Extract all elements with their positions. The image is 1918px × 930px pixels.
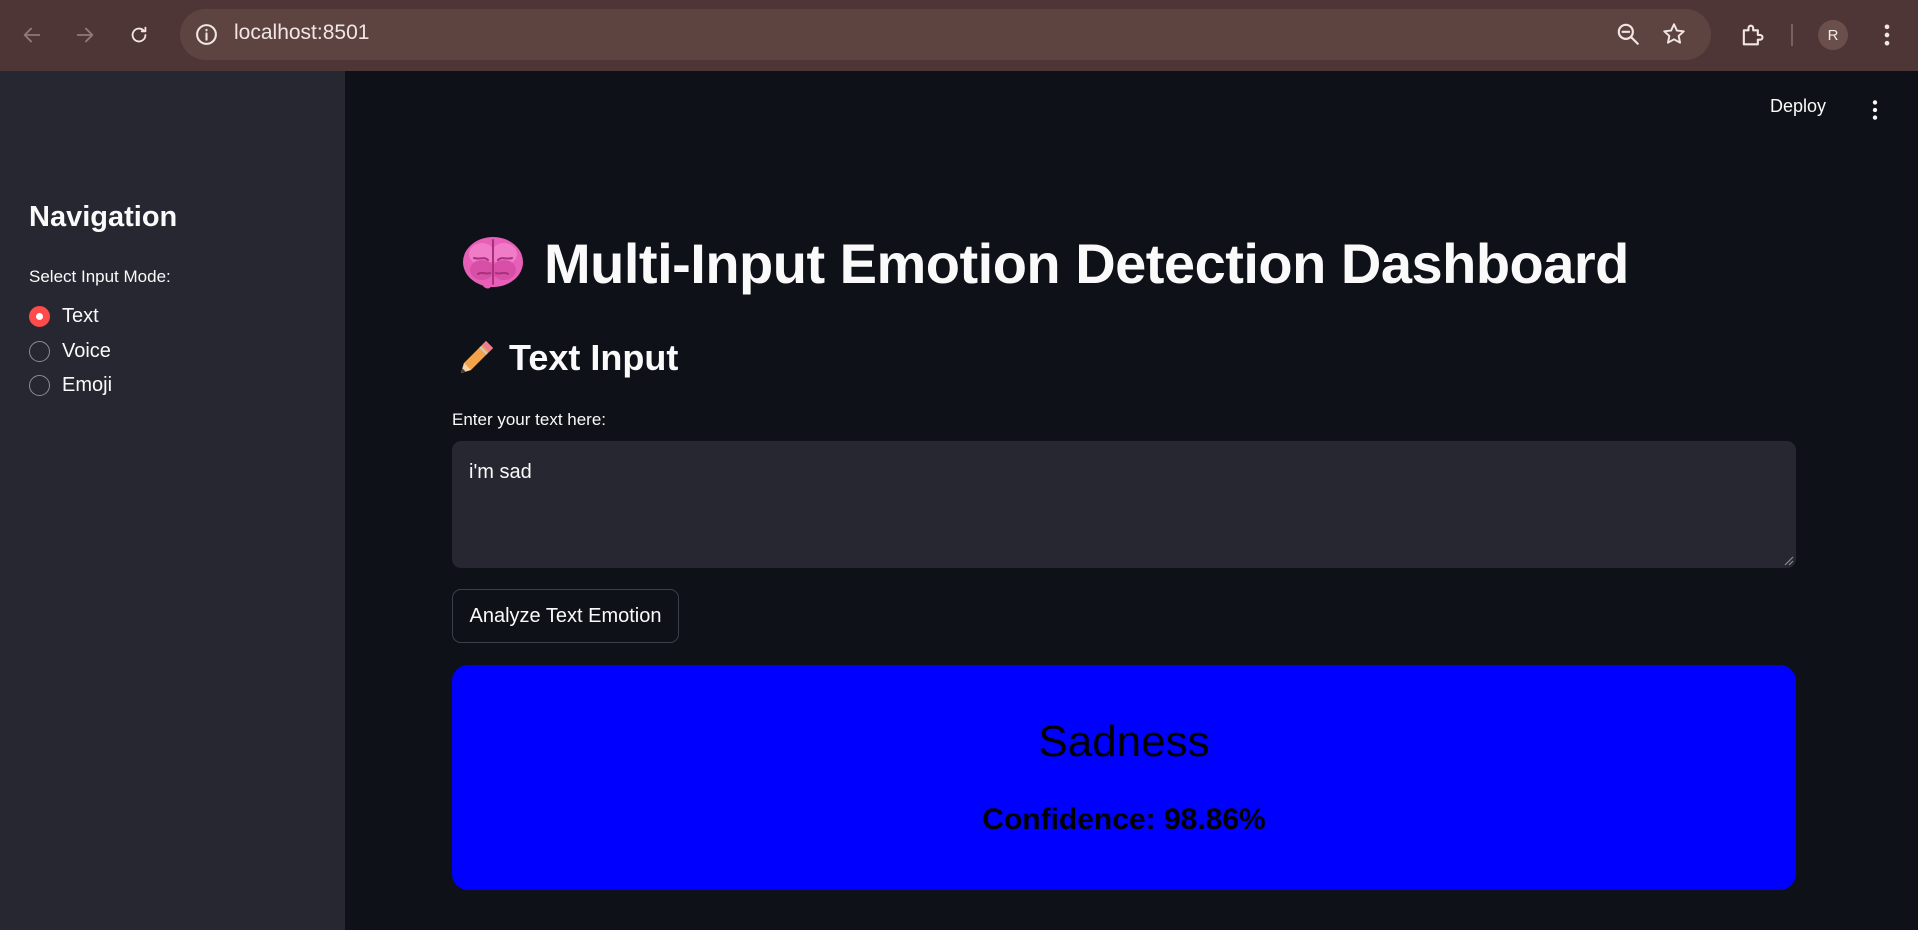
text-input-field[interactable] bbox=[452, 441, 1796, 568]
forward-button[interactable] bbox=[68, 18, 102, 52]
radio-label-text: Text bbox=[62, 304, 99, 327]
info-icon[interactable] bbox=[194, 22, 219, 47]
radio-label-emoji: Emoji bbox=[62, 373, 113, 396]
app-menu-icon[interactable] bbox=[1862, 97, 1888, 123]
address-bar[interactable]: localhost:8501 bbox=[180, 9, 1711, 60]
sidebar-title: Navigation bbox=[29, 201, 178, 233]
url-text[interactable]: localhost:8501 bbox=[234, 21, 369, 45]
page-title: Multi-Input Emotion Detection Dashboard bbox=[544, 231, 1629, 295]
profile-avatar[interactable]: R bbox=[1818, 20, 1848, 50]
radio-label-voice: Voice bbox=[62, 339, 111, 362]
brain-icon bbox=[463, 237, 523, 289]
browser-toolbar: localhost:8501 R bbox=[0, 0, 1918, 71]
detected-emotion: Sadness bbox=[1038, 717, 1210, 766]
section-title: Text Input bbox=[509, 337, 679, 378]
analyze-text-emotion-button[interactable]: Analyze Text Emotion bbox=[452, 589, 679, 643]
back-icon bbox=[23, 27, 41, 43]
section-title-row: Text Input bbox=[455, 336, 678, 380]
more-vert-icon[interactable] bbox=[1873, 21, 1901, 49]
back-button[interactable] bbox=[15, 18, 49, 52]
star-icon[interactable] bbox=[1661, 21, 1687, 47]
radio-option-emoji[interactable]: Emoji bbox=[29, 371, 112, 399]
page-title-row: Multi-Input Emotion Detection Dashboard bbox=[460, 230, 1629, 296]
sidebar: Navigation Select Input Mode: Text Voice… bbox=[0, 71, 345, 930]
forward-icon bbox=[76, 27, 94, 43]
resize-handle-icon[interactable] bbox=[1783, 555, 1794, 566]
confidence-score: Confidence: 98.86% bbox=[982, 803, 1266, 836]
toolbar-divider bbox=[1791, 24, 1793, 46]
emotion-result-card: Sadness Confidence: 98.86% bbox=[452, 665, 1796, 890]
radio-unselected-icon[interactable] bbox=[29, 374, 50, 396]
radio-option-text[interactable]: Text bbox=[29, 302, 99, 330]
extensions-icon[interactable] bbox=[1738, 21, 1766, 49]
zoom-icon[interactable] bbox=[1615, 21, 1641, 47]
radio-selected-icon[interactable] bbox=[29, 305, 50, 327]
input-mode-label: Select Input Mode: bbox=[29, 267, 171, 286]
reload-button[interactable] bbox=[122, 18, 156, 52]
pencil-icon bbox=[461, 341, 493, 373]
radio-unselected-icon[interactable] bbox=[29, 340, 50, 362]
radio-option-voice[interactable]: Voice bbox=[29, 337, 111, 365]
reload-icon bbox=[131, 26, 147, 43]
deploy-button[interactable]: Deploy bbox=[1770, 96, 1826, 117]
text-input-label: Enter your text here: bbox=[452, 410, 607, 429]
